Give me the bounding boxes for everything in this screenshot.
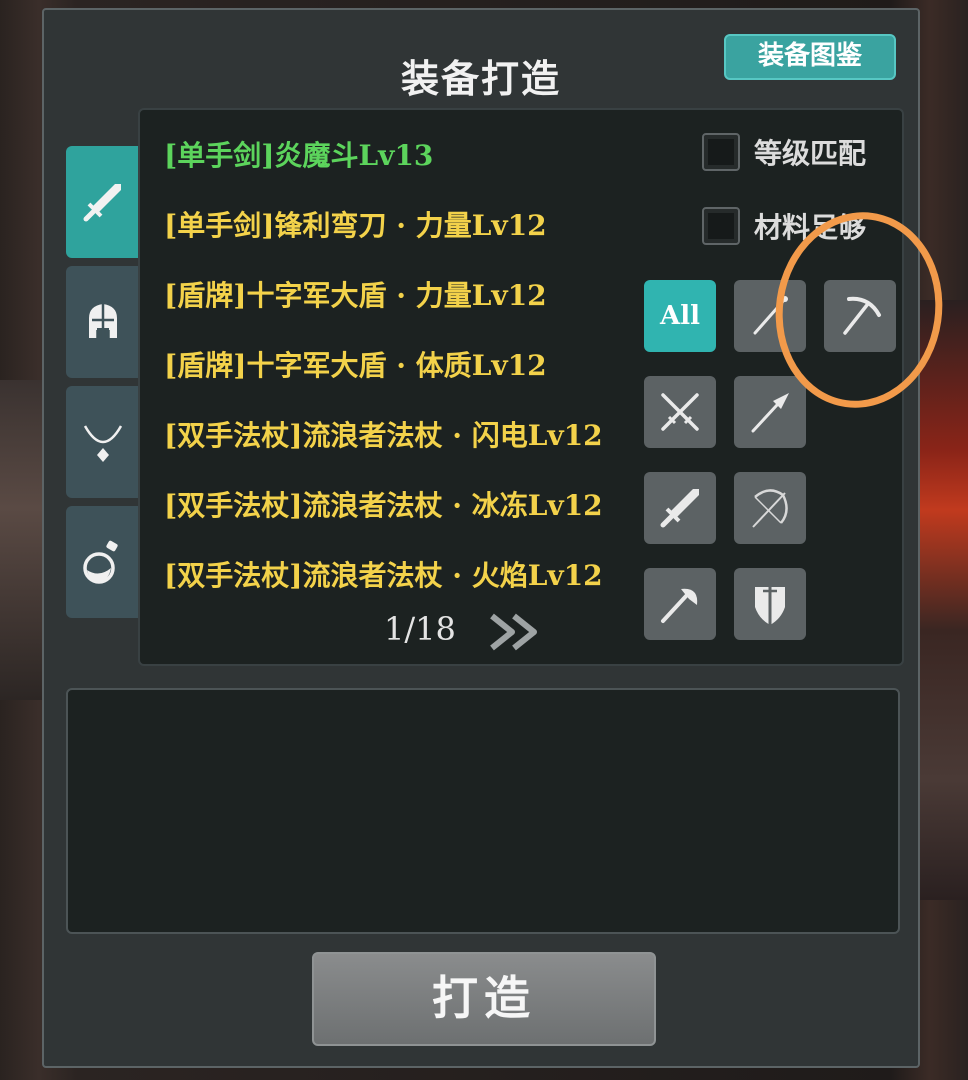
tab-armor[interactable]	[66, 266, 140, 378]
filter-sword-button[interactable]	[644, 472, 716, 544]
tab-weapon[interactable]	[66, 146, 140, 258]
filter-axe-button[interactable]	[644, 568, 716, 640]
material-enough-label: 材料足够	[754, 211, 867, 244]
level-match-label: 等级匹配	[754, 137, 867, 170]
next-page-icon[interactable]	[486, 610, 550, 654]
axe-icon	[661, 588, 698, 623]
list-item[interactable]: [双手法杖]流浪者法杖 · 火焰Lv12	[164, 554, 603, 594]
list-item[interactable]: [双手法杖]流浪者法杖 · 闪电Lv12	[164, 414, 603, 454]
recipe-list: [单手剑]炎魔斗Lv13 [单手剑]锋利弯刀 · 力量Lv12 [盾牌]十字军大…	[138, 108, 904, 666]
filter-pickaxe-button[interactable]	[824, 280, 896, 352]
equipment-guide-button[interactable]: 装备图鉴	[724, 34, 896, 80]
list-item[interactable]: [盾牌]十字军大盾 · 力量Lv12	[164, 274, 547, 314]
list-item[interactable]: [单手剑]炎魔斗Lv13	[164, 134, 433, 174]
sword-icon	[83, 184, 121, 222]
background-left	[0, 380, 44, 700]
background-right	[918, 300, 968, 900]
list-item[interactable]: [双手法杖]流浪者法杖 · 冰冻Lv12	[164, 484, 603, 524]
helmet-icon	[89, 304, 117, 338]
necklace-icon	[83, 425, 123, 462]
sword-icon	[660, 489, 699, 528]
dual-swords-icon	[661, 393, 699, 431]
shield-icon	[755, 583, 785, 625]
recipe-detail-panel	[66, 688, 900, 934]
tab-consumable[interactable]	[66, 506, 140, 618]
tab-accessory[interactable]	[66, 386, 140, 498]
filter-staff-button[interactable]	[734, 280, 806, 352]
bow-icon	[752, 489, 788, 528]
material-enough-checkbox[interactable]	[702, 207, 740, 245]
filter-all-button[interactable]: All	[644, 280, 716, 352]
filter-dual-swords-button[interactable]	[644, 376, 716, 448]
spear-icon	[751, 393, 789, 433]
pickaxe-icon	[843, 296, 881, 335]
staff-icon	[753, 296, 788, 335]
forge-panel: 装备打造 装备图鉴 [单手剑]炎魔斗Lv13 [单手剑]锋利弯刀 · 力量Lv1…	[42, 8, 920, 1068]
filter-spear-button[interactable]	[734, 376, 806, 448]
forge-button[interactable]: 打造	[312, 952, 656, 1046]
page-indicator: 1/18	[384, 610, 456, 648]
level-match-option: 等级匹配	[702, 132, 866, 172]
filter-shield-button[interactable]	[734, 568, 806, 640]
list-item[interactable]: [盾牌]十字军大盾 · 体质Lv12	[164, 344, 547, 384]
list-item[interactable]: [单手剑]锋利弯刀 · 力量Lv12	[164, 204, 547, 244]
level-match-checkbox[interactable]	[702, 133, 740, 171]
potion-icon	[83, 540, 118, 584]
filter-bow-button[interactable]	[734, 472, 806, 544]
material-enough-option: 材料足够	[702, 206, 866, 246]
